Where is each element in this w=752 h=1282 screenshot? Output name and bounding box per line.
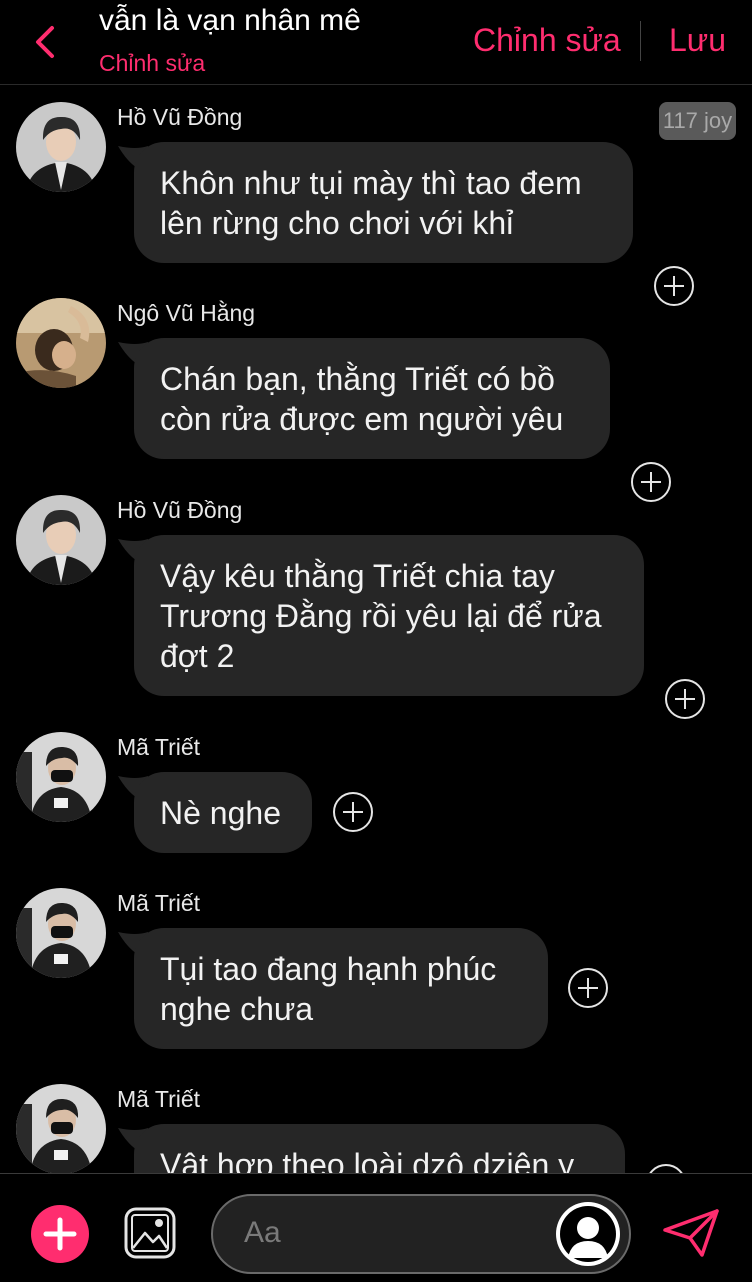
avatar[interactable] — [16, 102, 106, 192]
message-bubble[interactable]: Khôn như tụi mày thì tao đem lên rừng ch… — [134, 142, 633, 263]
avatar[interactable] — [16, 1084, 106, 1173]
message-bubble[interactable]: Vật hợp theo loài dzô dziên y — [134, 1124, 625, 1173]
avatar[interactable] — [16, 298, 106, 388]
message-text: Nè nghe — [160, 795, 281, 831]
message-bubble[interactable]: Vậy kêu thằng Triết chia tay Trương Đằng… — [134, 535, 644, 696]
sender-name: Hồ Vũ Đồng — [117, 497, 243, 523]
message-bubble[interactable]: Chán bạn, thằng Triết có bồ còn rửa được… — [134, 338, 610, 459]
header-bar: vẫn là vạn nhân mê Chỉnh sửa Chỉnh sửa L… — [0, 0, 752, 85]
message-text: đợt 2 — [160, 638, 235, 674]
message-text: nghe chưa — [160, 991, 314, 1027]
message-text: Vậy kêu thằng Triết chia tay — [160, 558, 555, 594]
plus-circle-icon[interactable] — [332, 791, 374, 833]
message-text: Tụi tao đang hạnh phúc — [160, 951, 497, 987]
add-button[interactable] — [31, 1205, 89, 1263]
sender-name: Mã Triết — [117, 1086, 201, 1112]
plus-circle-icon[interactable] — [653, 265, 695, 307]
header-divider — [640, 21, 641, 61]
message-bubble[interactable]: Nè nghe — [134, 772, 312, 853]
plus-icon — [43, 1217, 77, 1251]
message-text: còn rửa được em người yêu — [160, 401, 564, 437]
sender-name: Ngô Vũ Hằng — [117, 300, 256, 326]
message-list[interactable]: 117 joy Hồ Vũ Đồng Khôn như tụi mày thì … — [0, 85, 752, 1173]
input-placeholder: Aa — [244, 1216, 281, 1249]
avatar[interactable] — [16, 888, 106, 978]
sender-name: Hồ Vũ Đồng — [117, 104, 243, 130]
send-icon[interactable] — [662, 1208, 720, 1258]
message-text: Vật hợp theo loài dzô dziên y — [160, 1147, 575, 1173]
plus-circle-icon[interactable] — [664, 678, 706, 720]
plus-circle-icon[interactable] — [630, 461, 672, 503]
joy-badge: 117 joy — [659, 102, 736, 140]
message-text: Trương Đằng rồi yêu lại để rửa — [160, 598, 602, 634]
message-text: lên rừng cho chơi với khỉ — [160, 205, 514, 241]
message-input[interactable]: Aa — [211, 1194, 631, 1274]
edit-button[interactable]: Chỉnh sửa — [473, 22, 621, 59]
chevron-left-icon[interactable] — [28, 20, 62, 64]
message-bubble[interactable]: Tụi tao đang hạnh phúc nghe chưa — [134, 928, 548, 1049]
message-text: Chán bạn, thằng Triết có bồ — [160, 361, 555, 397]
avatar[interactable] — [16, 732, 106, 822]
chat-title: vẫn là vạn nhân mê — [99, 4, 361, 37]
avatar[interactable] — [16, 495, 106, 585]
image-icon[interactable] — [123, 1206, 177, 1260]
user-avatar-icon[interactable] — [555, 1201, 621, 1267]
sender-name: Mã Triết — [117, 734, 201, 760]
plus-circle-icon[interactable] — [645, 1163, 687, 1173]
sender-name: Mã Triết — [117, 890, 201, 916]
message-text: Khôn như tụi mày thì tao đem — [160, 165, 582, 201]
plus-circle-icon[interactable] — [567, 967, 609, 1009]
chat-subtitle[interactable]: Chỉnh sửa — [99, 50, 205, 77]
composer-bar: Aa — [0, 1173, 752, 1282]
save-button[interactable]: Lưu — [669, 22, 726, 59]
